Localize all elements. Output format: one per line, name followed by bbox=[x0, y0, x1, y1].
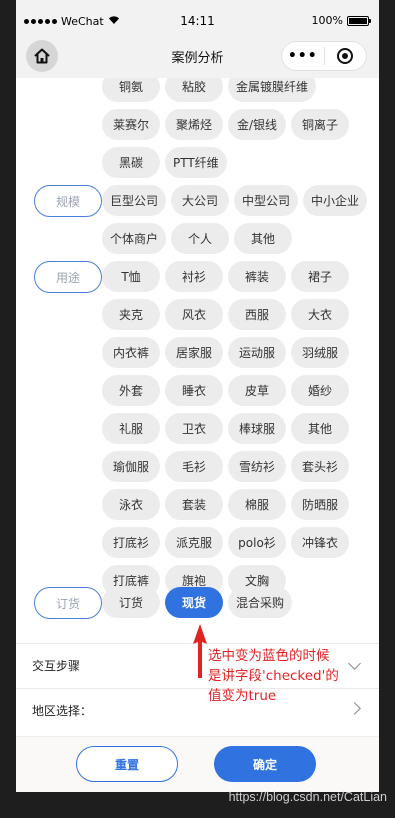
option-chip[interactable]: 裤装 bbox=[228, 261, 286, 292]
option-chip[interactable]: 金属镀膜纤维 bbox=[228, 78, 317, 102]
order-chip-group: 订货 现货 混合采购 bbox=[102, 587, 372, 618]
annotation-line: 值变为true bbox=[208, 688, 277, 704]
option-chip[interactable]: 棉服 bbox=[228, 489, 286, 520]
nav-bar: 案例分析 ••• bbox=[16, 38, 379, 78]
option-chip[interactable]: 聚烯烃 bbox=[165, 109, 223, 140]
option-chip[interactable]: T恤 bbox=[102, 261, 160, 292]
material-chip-group: 铜氨 粘胶 金属镀膜纤维莱赛尔 聚烯烃 金/银线 铜离子黑碳 PTT纤维 bbox=[102, 78, 372, 178]
filter-panel: 铜氨 粘胶 金属镀膜纤维莱赛尔 聚烯烃 金/银线 铜离子黑碳 PTT纤维 规模 巨型公司 大公… bbox=[16, 78, 379, 728]
annotation-line: 是讲字段'checked'的 bbox=[208, 668, 339, 684]
option-chip[interactable]: 大公司 bbox=[171, 185, 230, 216]
scale-label[interactable]: 规模 bbox=[34, 185, 102, 217]
close-miniprogram-button[interactable] bbox=[324, 48, 366, 64]
option-chip[interactable]: 其他 bbox=[234, 223, 293, 254]
option-chip[interactable]: 皮草 bbox=[228, 375, 286, 406]
option-chip[interactable]: 婚纱 bbox=[291, 375, 349, 406]
option-chip[interactable]: 铜离子 bbox=[291, 109, 349, 140]
option-chip[interactable]: 睡衣 bbox=[165, 375, 223, 406]
option-chip[interactable]: 金/银线 bbox=[228, 109, 286, 140]
annotation-line: 选中变为蓝色的时候 bbox=[208, 648, 330, 664]
option-chip[interactable]: 套头衫 bbox=[291, 451, 349, 482]
option-chip[interactable]: 内衣裤 bbox=[102, 337, 160, 368]
battery-percent: 100% bbox=[311, 14, 343, 27]
battery-icon bbox=[347, 15, 371, 26]
interaction-steps-label: 交互步骤 bbox=[32, 659, 81, 673]
option-chip[interactable]: 外套 bbox=[102, 375, 160, 406]
option-chip[interactable]: 打底衫 bbox=[102, 527, 160, 558]
option-chip[interactable]: 居家服 bbox=[165, 337, 223, 368]
option-chip[interactable]: 中型公司 bbox=[234, 185, 299, 216]
option-chip[interactable]: 套装 bbox=[165, 489, 223, 520]
option-chip[interactable]: 黑碳 bbox=[102, 147, 160, 178]
option-chip[interactable]: 莱赛尔 bbox=[102, 109, 160, 140]
option-chip[interactable]: 冲锋衣 bbox=[291, 527, 349, 558]
more-button[interactable]: ••• bbox=[282, 48, 324, 64]
watermark: https://blog.csdn.net/CatLian bbox=[228, 790, 387, 804]
order-label[interactable]: 订货 bbox=[34, 587, 102, 619]
option-chip[interactable]: 毛衫 bbox=[165, 451, 223, 482]
option-chip[interactable]: 派克服 bbox=[165, 527, 223, 558]
region-select-label: 地区选择： bbox=[32, 704, 93, 718]
option-chip[interactable]: 运动服 bbox=[228, 337, 286, 368]
option-chip[interactable]: 西服 bbox=[228, 299, 286, 330]
option-chip[interactable]: 棒球服 bbox=[228, 413, 286, 444]
option-chip[interactable]: 礼服 bbox=[102, 413, 160, 444]
reset-button[interactable]: 重置 bbox=[76, 746, 178, 782]
option-chip[interactable]: 大衣 bbox=[291, 299, 349, 330]
status-bar: WeChat 14:11 100% bbox=[16, 0, 379, 38]
option-chip[interactable]: 巨型公司 bbox=[102, 185, 167, 216]
option-chip[interactable]: 衬衫 bbox=[165, 261, 223, 292]
footer-bar: 重置 确定 bbox=[16, 736, 379, 792]
battery-status: 100% bbox=[311, 14, 371, 27]
option-chip[interactable]: 卫衣 bbox=[165, 413, 223, 444]
option-chip[interactable]: 羽绒服 bbox=[291, 337, 349, 368]
option-chip[interactable]: 铜氨 bbox=[102, 78, 160, 102]
option-chip[interactable]: 裙子 bbox=[291, 261, 349, 292]
option-chip[interactable]: 粘胶 bbox=[165, 78, 223, 102]
option-chip[interactable]: polo衫 bbox=[228, 527, 286, 558]
option-chip[interactable]: 雪纺衫 bbox=[228, 451, 286, 482]
annotation-arrow-icon bbox=[193, 624, 207, 678]
option-chip[interactable]: 现货 bbox=[165, 587, 223, 618]
option-chip[interactable]: 个体商户 bbox=[102, 223, 167, 254]
option-chip[interactable]: 个人 bbox=[171, 223, 230, 254]
option-chip[interactable]: 防晒服 bbox=[291, 489, 349, 520]
use-label[interactable]: 用途 bbox=[34, 261, 102, 293]
annotation-text: 选中变为蓝色的时候 是讲字段'checked'的 值变为true bbox=[208, 646, 373, 706]
option-chip[interactable]: 订货 bbox=[102, 587, 160, 618]
phone-screen: WeChat 14:11 100% 案例分析 ••• 铜氨 粘胶 金属镀膜纤维 … bbox=[16, 0, 379, 792]
option-chip[interactable]: 混合采购 bbox=[228, 587, 293, 618]
option-chip[interactable]: 其他 bbox=[291, 413, 349, 444]
scale-chip-group: 巨型公司 大公司 中型公司 中小企业个体商户 个人 其他 bbox=[102, 185, 372, 254]
confirm-button[interactable]: 确定 bbox=[214, 746, 316, 782]
menu-capsule: ••• bbox=[281, 41, 367, 71]
option-chip[interactable]: 中小企业 bbox=[303, 185, 368, 216]
option-chip[interactable]: 夹克 bbox=[102, 299, 160, 330]
target-icon bbox=[337, 48, 354, 64]
use-chip-group: T恤 衬衫 裤装 裙子夹克 风衣 西服 大衣内衣裤 居家服 运动服 羽绒服外套 睡衣 皮草 婚纱礼服 卫衣… bbox=[102, 261, 372, 596]
option-chip[interactable]: PTT纤维 bbox=[165, 147, 227, 178]
option-chip[interactable]: 泳衣 bbox=[102, 489, 160, 520]
option-chip[interactable]: 瑜伽服 bbox=[102, 451, 160, 482]
option-chip[interactable]: 风衣 bbox=[165, 299, 223, 330]
